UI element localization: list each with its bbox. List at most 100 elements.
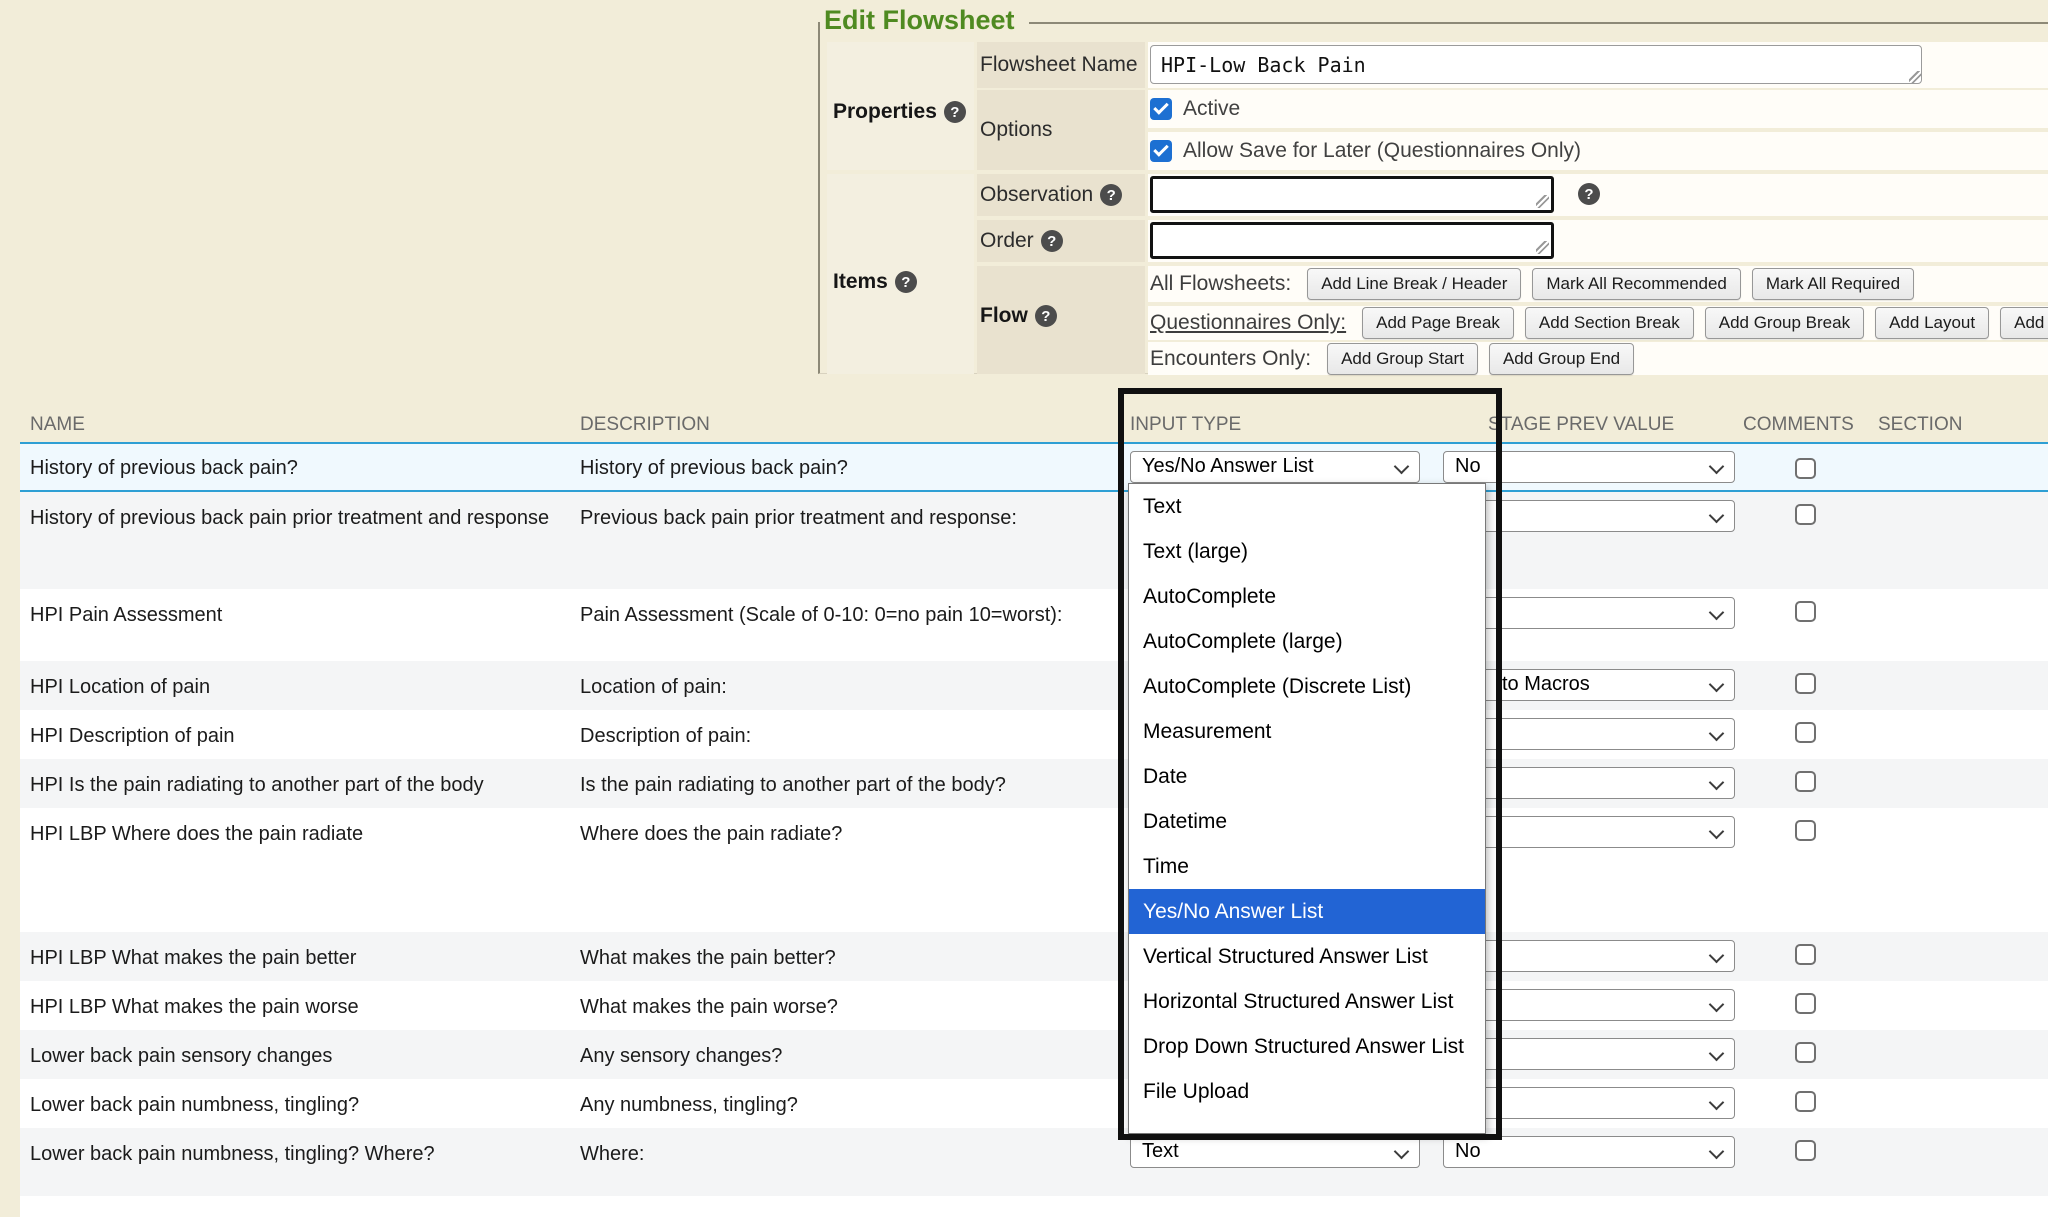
resize-grip-icon[interactable] [1909,71,1922,84]
dropdown-option[interactable]: Yes/No Answer List [1129,889,1485,934]
allow-save-checkbox[interactable] [1150,140,1172,162]
observation-input[interactable] [1150,176,1554,213]
table-row[interactable]: HPI LBP What makes the pain worseWhat ma… [20,981,2048,1030]
table-row[interactable]: HPI Description of pain Description of pa… [20,710,2048,759]
comments-checkbox[interactable] [1795,458,1816,479]
table-row[interactable]: Lower back pain numbness, tingling? Wher… [20,1128,2048,1196]
properties-section-cell: Properties ? [827,42,974,170]
flow-action-button[interactable]: Add Page Break [1362,307,1514,339]
dropdown-option[interactable]: Date [1129,754,1485,799]
stage-prev-value-select[interactable] [1443,989,1735,1021]
row-description: What makes the pain better? [580,945,1070,972]
stage-prev-value-select[interactable] [1443,767,1735,799]
dropdown-option[interactable]: AutoComplete (large) [1129,619,1485,664]
active-checkbox[interactable] [1150,98,1172,120]
stage-prev-value-select[interactable] [1443,1087,1735,1119]
order-input[interactable] [1150,222,1554,259]
flow-action-button[interactable]: Mark All Required [1752,268,1914,300]
table-row[interactable]: HPI Location of painLocation of pain:to … [20,661,2048,710]
flow-action-button[interactable]: Add Layout [1875,307,1989,339]
flow-action-button[interactable]: Mark All Recommended [1532,268,1740,300]
comments-checkbox[interactable] [1795,1091,1816,1112]
row-description: Description of pain: [580,723,1070,750]
comments-checkbox[interactable] [1795,993,1816,1014]
table-row[interactable]: HPI Is the pain radiating to another par… [20,759,2048,808]
stage-prev-value-select[interactable]: No [1443,1136,1735,1168]
help-icon[interactable]: ? [944,101,966,123]
items-section-cell: Items ? [827,174,974,374]
observation-row: ? [1148,174,2048,216]
stage-prev-value-select[interactable] [1443,500,1735,532]
resize-grip-icon[interactable] [1536,241,1549,254]
help-icon[interactable]: ? [1100,184,1122,206]
resize-grip-icon[interactable] [1536,195,1549,208]
column-header-name: NAME [30,410,85,442]
comments-checkbox[interactable] [1795,673,1816,694]
dropdown-option[interactable]: Drop Down Structured Answer List [1129,1024,1485,1069]
dropdown-option[interactable]: Datetime [1129,799,1485,844]
dropdown-option[interactable]: AutoComplete [1129,574,1485,619]
stage-prev-value-select-value: No [1455,455,1481,477]
table-row[interactable]: HPI LBP Where does the pain radiateWhere… [20,808,2048,932]
row-description: Previous back pain prior treatment and r… [580,505,1070,532]
flowsheet-name-input[interactable]: HPI-Low Back Pain [1150,45,1922,84]
chevron-down-icon [1394,1144,1410,1160]
column-header-section: SECTION [1878,410,1962,442]
input-type-select[interactable]: Yes/No Answer List [1130,451,1420,483]
comments-checkbox[interactable] [1795,722,1816,743]
stage-prev-value-select[interactable] [1443,940,1735,972]
row-name: HPI Location of pain [30,674,560,701]
comments-checkbox[interactable] [1795,504,1816,525]
row-name: HPI Description of pain [30,723,560,750]
comments-checkbox[interactable] [1795,601,1816,622]
chevron-down-icon [1709,677,1725,693]
table-row[interactable]: Lower back pain sensory changesAny senso… [20,1030,2048,1079]
stage-prev-value-select-value: to Macros [1502,673,1590,695]
input-type-select[interactable]: Text [1130,1136,1420,1168]
comments-checkbox[interactable] [1795,771,1816,792]
stage-prev-value-select[interactable] [1443,816,1735,848]
stage-prev-value-select[interactable]: No [1443,451,1735,483]
dropdown-option[interactable]: Text (large) [1129,529,1485,574]
chevron-down-icon [1709,1095,1725,1111]
dropdown-option[interactable]: Measurement [1129,709,1485,754]
table-row[interactable]: History of previous back pain prior trea… [20,492,2048,589]
comments-checkbox[interactable] [1795,820,1816,841]
dropdown-option[interactable]: File Upload [1129,1069,1485,1114]
help-icon[interactable]: ? [1578,183,1600,205]
stage-prev-value-select[interactable]: to Macros [1443,669,1735,701]
flow-action-button[interactable]: Add Group End [1489,343,1634,375]
stage-prev-value-select[interactable] [1443,718,1735,750]
flow-action-button[interactable]: Add Line Break / Header [1307,268,1521,300]
chevron-down-icon [1709,726,1725,742]
comments-checkbox[interactable] [1795,1140,1816,1161]
table-row[interactable]: HPI Pain AssessmentPain Assessment (Scal… [20,589,2048,661]
page-title: Edit Flowsheet [820,3,1029,39]
table-row[interactable]: Lower back pain numbness, tingling? Any n… [20,1079,2048,1128]
table-row[interactable]: HPI LBP What makes the pain betterWhat m… [20,932,2048,981]
stage-prev-value-select[interactable] [1443,597,1735,629]
chevron-down-icon [1709,948,1725,964]
row-name: Lower back pain sensory changes [30,1043,560,1070]
stage-prev-value-select[interactable] [1443,1038,1735,1070]
comments-checkbox[interactable] [1795,1042,1816,1063]
chevron-down-icon [1709,1046,1725,1062]
dropdown-option[interactable]: AutoComplete (Discrete List) [1129,664,1485,709]
help-icon[interactable]: ? [1041,230,1063,252]
flow-action-button[interactable]: Add Group Break [1705,307,1864,339]
help-icon[interactable]: ? [895,271,917,293]
dropdown-option[interactable]: Horizontal Structured Answer List [1129,979,1485,1024]
dropdown-option[interactable]: Text [1129,484,1485,529]
row-description: Any numbness, tingling? [580,1092,1070,1119]
dropdown-option[interactable]: Vertical Structured Answer List [1129,934,1485,979]
flow-action-button[interactable]: Add Section Break [1525,307,1694,339]
table-row[interactable]: History of previous back pain?History of… [20,442,2048,492]
row-name: Lower back pain numbness, tingling? [30,1092,560,1119]
input-type-select-value: Yes/No Answer List [1142,455,1314,477]
flow-action-button[interactable]: Add Group Start [1327,343,1478,375]
comments-checkbox[interactable] [1795,944,1816,965]
help-icon[interactable]: ? [1035,305,1057,327]
dropdown-option[interactable]: Time [1129,844,1485,889]
flow-action-button[interactable]: Add Scriptlet [2000,307,2048,339]
row-name: History of previous back pain prior trea… [30,505,560,532]
